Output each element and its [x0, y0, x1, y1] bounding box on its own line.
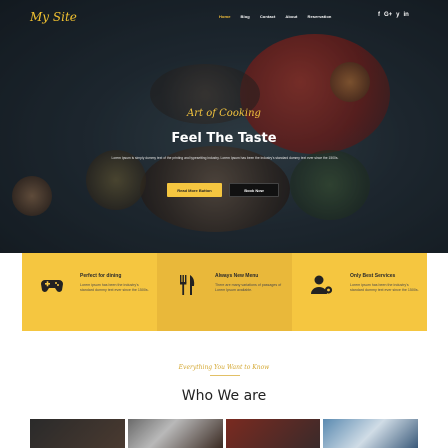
- feature-card: Always New Menu There are many variation…: [157, 253, 292, 331]
- navbar: My Site Home Blog Contact About Reservat…: [0, 0, 448, 34]
- nav-item-about[interactable]: About: [285, 14, 297, 19]
- gallery-image: [323, 419, 418, 448]
- facebook-icon[interactable]: f: [378, 12, 380, 18]
- about-title: Who We are: [181, 388, 267, 404]
- main-nav: Home Blog Contact About Reservation: [219, 14, 331, 19]
- gallery-image: [127, 419, 223, 448]
- fork-knife-icon: [180, 275, 195, 295]
- nav-item-blog[interactable]: Blog: [241, 14, 250, 19]
- user-gear-icon: [311, 275, 333, 294]
- nav-item-contact[interactable]: Contact: [260, 14, 276, 19]
- feature-card: Perfect for dining Lorem ipsum has been …: [22, 253, 157, 331]
- linkedin-icon[interactable]: in: [404, 12, 409, 18]
- feature-text: There are many variations of passages of…: [215, 283, 282, 292]
- about-script-heading: Everything You Want to Know: [178, 364, 270, 371]
- book-now-button[interactable]: Book Now: [229, 183, 279, 197]
- gallery-image: [30, 419, 125, 448]
- nav-item-home[interactable]: Home: [219, 14, 231, 19]
- hero-title: Feel The Taste: [171, 131, 277, 146]
- feature-title: Always New Menu: [215, 273, 259, 279]
- hero-section: My Site Home Blog Contact About Reservat…: [0, 0, 448, 253]
- hero-overlay: [0, 0, 448, 253]
- feature-title: Perfect for dining: [80, 273, 122, 279]
- twitter-icon[interactable]: y: [396, 12, 399, 18]
- divider: [210, 375, 240, 376]
- social-links: f G+ y in: [378, 12, 409, 18]
- feature-title: Only Best Services: [350, 273, 396, 279]
- feature-text: Lorem ipsum has been the industry's stan…: [350, 283, 419, 292]
- about-gallery: [30, 419, 418, 448]
- gamepad-icon: [41, 280, 63, 292]
- hero-subtitle: Art of Cooking: [187, 108, 261, 119]
- nav-item-reservation[interactable]: Reservation: [307, 14, 331, 19]
- gallery-image: [225, 419, 321, 448]
- hero-text: Lorem Ipsum is simply dummy text of the …: [111, 156, 339, 160]
- read-more-button[interactable]: Read More Button: [167, 183, 222, 197]
- site-logo[interactable]: My Site: [30, 10, 77, 24]
- google-plus-icon[interactable]: G+: [384, 12, 392, 18]
- features-strip: Perfect for dining Lorem ipsum has been …: [22, 253, 427, 331]
- feature-text: Lorem ipsum has been the industry's stan…: [80, 283, 149, 292]
- feature-card: Only Best Services Lorem ipsum has been …: [292, 253, 427, 331]
